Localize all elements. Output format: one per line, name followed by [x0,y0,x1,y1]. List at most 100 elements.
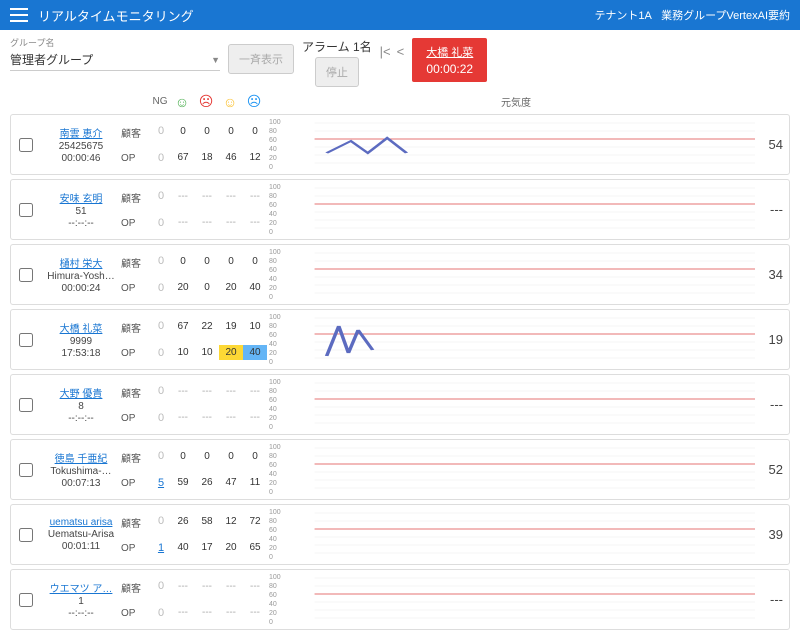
ng-customer: 0 [151,125,171,137]
agent-name-link[interactable]: 大橋 礼菜 [41,320,121,335]
value-cell: 10 [243,319,267,334]
value-cell: 0 [219,254,243,269]
role-operator: OP [121,348,151,359]
tenant-info: テナント1A 業務グループVertexAI要約 [594,7,790,23]
spark-chart: 100806040200 [267,183,759,236]
value-cell: 0 [243,124,267,139]
row-checkbox[interactable] [19,138,33,152]
value-cell: 20 [171,280,195,295]
bulk-display-button[interactable]: 一斉表示 [228,44,294,74]
role-customer: 顧客 [121,450,151,465]
value-cell: --- [243,579,267,594]
chevron-down-icon: ▼ [211,55,220,65]
agent-name-link[interactable]: 安味 玄明 [41,190,121,205]
score: --- [759,573,789,626]
value-cell: --- [243,410,267,425]
value-cell: 0 [195,254,219,269]
value-cell: 0 [195,449,219,464]
table-row: ウエマツ ア… 1 --:--:-- 顧客 OP 0 0 -----------… [10,569,790,630]
app-title: リアルタイムモニタリング [38,6,194,25]
row-checkbox[interactable] [19,333,33,347]
cool-face-icon: ☹ [242,93,266,110]
value-cell: 40 [243,345,267,360]
table-row: 南雲 恵介 25425675 00:00:46 顧客 OP 0 0 0000 6… [10,114,790,175]
value-cell: 0 [243,254,267,269]
agent-id: 8 [41,401,121,412]
ng-customer: 0 [151,450,171,462]
value-cell: 19 [219,319,243,334]
agent-id: 25425675 [41,141,121,152]
score: 52 [759,443,789,496]
agent-time: 17:53:18 [41,348,121,359]
agent-name-link[interactable]: uematsu arisa [41,517,121,528]
value-cell: 20 [219,540,243,555]
menu-icon[interactable] [10,8,28,22]
score: 54 [759,118,789,171]
value-cell: --- [171,189,195,204]
col-ng: NG [150,96,170,107]
value-cell: 11 [243,475,267,490]
value-cell: 0 [195,124,219,139]
stop-button[interactable]: 停止 [315,57,359,87]
value-cell: --- [219,410,243,425]
agent-name-link[interactable]: 南雲 恵介 [41,125,121,140]
row-checkbox[interactable] [19,398,33,412]
agent-name-link[interactable]: ウエマツ ア… [41,580,121,595]
row-checkbox[interactable] [19,593,33,607]
role-operator: OP [121,543,151,554]
role-customer: 顧客 [121,190,151,205]
role-customer: 顧客 [121,385,151,400]
ng-customer: 0 [151,515,171,527]
value-cell: --- [243,215,267,230]
agent-name-link[interactable]: 徳島 千亜紀 [41,450,121,465]
value-cell: 0 [171,449,195,464]
group-select-value: 管理者グループ [10,51,93,68]
value-cell: --- [171,579,195,594]
controls-bar: グループ名 管理者グループ ▼ 一斉表示 アラーム 1名 停止 |< < 大橋 … [0,30,800,91]
value-cell: 58 [195,514,219,529]
value-cell: --- [219,579,243,594]
row-checkbox[interactable] [19,203,33,217]
prev-page-icon[interactable]: < [397,44,405,59]
value-cell: 10 [171,345,195,360]
value-cell: 10 [195,345,219,360]
value-cell: --- [219,215,243,230]
row-checkbox[interactable] [19,268,33,282]
spark-chart: 100806040200 [267,118,759,171]
spark-chart: 100806040200 [267,313,759,366]
first-page-icon[interactable]: |< [380,44,391,59]
table-row: 大野 優貴 8 --:--:-- 顧客 OP 0 0 ------------ … [10,374,790,435]
score: 19 [759,313,789,366]
value-cell: 0 [219,449,243,464]
ng-link[interactable]: 1 [151,542,171,554]
value-cell: 46 [219,150,243,165]
agent-time: 00:01:11 [41,541,121,552]
row-checkbox[interactable] [19,463,33,477]
role-customer: 顧客 [121,580,151,595]
sad-face-icon: ☹ [194,93,218,110]
work-group: 業務グループVertexAI要約 [661,10,790,22]
agent-id: 9999 [41,336,121,347]
table-row: 安味 玄明 51 --:--:-- 顧客 OP 0 0 ------------… [10,179,790,240]
ng-link[interactable]: 5 [151,477,171,489]
agent-name-link[interactable]: 樋村 栄大 [41,255,121,270]
table-row: uematsu arisa Uematsu-Arisa 00:01:11 顧客 … [10,504,790,565]
table-row: 大橋 礼菜 9999 17:53:18 顧客 OP 0 0 67221910 1… [10,309,790,370]
role-customer: 顧客 [121,515,151,530]
alert-badge[interactable]: 大橋 礼菜 00:00:22 [412,38,487,82]
group-select[interactable]: グループ名 管理者グループ ▼ [10,36,220,71]
ng-customer: 0 [151,320,171,332]
table-header: NG ☺ ☹ ☺ ☹ 元気度 [10,91,790,114]
spark-chart: 100806040200 [267,378,759,431]
agent-id: 51 [41,206,121,217]
role-operator: OP [121,153,151,164]
value-cell: 40 [243,280,267,295]
row-checkbox[interactable] [19,528,33,542]
agent-name-link[interactable]: 大野 優貴 [41,385,121,400]
alert-name[interactable]: 大橋 礼菜 [426,47,473,59]
value-cell: 12 [219,514,243,529]
ng-customer: 0 [151,190,171,202]
alarm-count: アラーム 1名 [302,38,372,55]
value-cell: --- [171,384,195,399]
value-cell: 47 [219,475,243,490]
